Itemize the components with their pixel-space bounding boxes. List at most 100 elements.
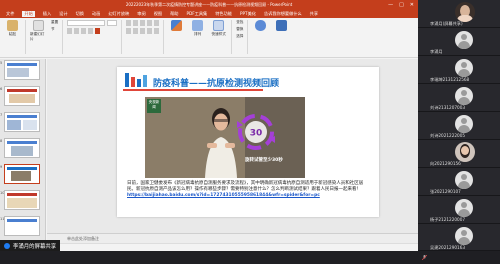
underline-button[interactable] (81, 28, 87, 34)
participant-tile[interactable]: 李涌月 (418, 28, 500, 63)
share-button[interactable]: 共享 (310, 11, 318, 17)
slide-canvas[interactable]: 防疫科普——抗原检测视频回顾 央视新闻 30 旋转试管至少30秒 日前，国家卫健… (47, 59, 418, 233)
participant-tile[interactable]: 杨子2121220007 (418, 196, 500, 233)
slide-thumbnail[interactable] (4, 60, 40, 80)
tell-me-search[interactable]: 告诉我你想要做什么 (264, 11, 302, 17)
participant-name: 杨子2121220007 (430, 217, 466, 222)
tab-insert[interactable]: 插入 (43, 11, 51, 17)
slide-thumbnail[interactable] (4, 86, 40, 106)
participant-tile[interactable]: 吴建2021290163 (418, 224, 500, 261)
slide-group: 重置 节 (51, 20, 58, 32)
slide-thumbnail[interactable] (4, 190, 40, 210)
ribbon-separator (247, 20, 249, 54)
current-slide[interactable]: 防疫科普——抗原检测视频回顾 央视新闻 30 旋转试管至少30秒 日前，国家卫健… (117, 67, 379, 217)
tab-view[interactable]: 视图 (154, 11, 162, 17)
microphone-icon (255, 20, 267, 31)
align-left-button[interactable] (126, 28, 132, 34)
tab-transitions[interactable]: 切换 (76, 11, 84, 17)
logo-bar-icon (125, 73, 129, 87)
thumbnail-number: 7 (0, 113, 3, 117)
cctv-news-badge: 央视新闻 (147, 99, 161, 113)
tab-file[interactable]: 文件 (6, 11, 14, 17)
tab-review[interactable]: 审阅 (137, 11, 145, 17)
window-title: 20222023年秋季第二次疫情防控专题讲座——防疫科普——抗原检测视频回顾 -… (125, 2, 293, 7)
participant-tile[interactable]: 向2021290156 (418, 140, 500, 177)
font-name-dropdown[interactable] (67, 20, 106, 26)
dictate-button[interactable] (252, 20, 269, 32)
replace-button[interactable]: 替换 (236, 27, 243, 32)
default-avatar-icon (455, 115, 473, 133)
tab-ppt-beautify[interactable]: PPT美化 (240, 11, 256, 17)
tab-features[interactable]: 特色功能 (215, 11, 232, 17)
font-color-button[interactable] (95, 28, 101, 34)
increase-indent-button[interactable] (147, 20, 153, 26)
ribbon-separator (25, 20, 26, 54)
video-frame[interactable]: 央视新闻 30 旋转试管至少30秒 (145, 97, 305, 178)
columns-button[interactable] (154, 28, 160, 34)
new-slide-button[interactable]: 新建幻灯片 (30, 20, 47, 42)
source-link[interactable]: https://baijiahao.baidu.com/s?id=1727431… (127, 193, 320, 198)
arrange-button[interactable]: 排列 (189, 20, 206, 37)
numbering-button[interactable] (133, 20, 139, 26)
line-spacing-button[interactable] (154, 20, 160, 26)
designer-button[interactable] (273, 20, 290, 32)
thumbnail-number: 6 (0, 87, 3, 91)
tab-pdf-tools[interactable]: PDF工具集 (186, 11, 207, 17)
decrease-indent-button[interactable] (140, 20, 146, 26)
tab-slideshow[interactable]: 幻灯片放映 (108, 11, 129, 17)
strikethrough-button[interactable] (88, 28, 94, 34)
participant-tile[interactable]: 李瑞坤2131212568 (418, 56, 500, 93)
participant-name: 吴建2021290163 (430, 245, 466, 250)
font-size-dropdown[interactable] (107, 20, 118, 26)
section-button[interactable]: 节 (51, 27, 55, 32)
ribbon-separator (163, 20, 165, 54)
bold-button[interactable] (67, 28, 73, 34)
slide-thumbnail-selected[interactable] (4, 164, 40, 184)
slide-thumbnail[interactable] (4, 216, 40, 236)
quick-styles-button[interactable]: 快速样式 (210, 20, 227, 37)
participant-tile[interactable]: 李涌月(屏幕共享) (418, 0, 500, 35)
rotation-timer-icon: 30 (237, 114, 275, 150)
slide-thumbnail[interactable] (4, 112, 40, 132)
ribbon: 粘贴 新建幻灯片 重置 节 排列 快速样式 查找 替换 选择 (0, 18, 418, 58)
slide-banner: 防疫科普——抗原检测视频回顾 (117, 71, 379, 93)
tab-animations[interactable]: 动画 (92, 11, 100, 17)
align-center-button[interactable] (133, 28, 139, 34)
notes-pane[interactable]: 单击此处添加备注 (47, 233, 418, 243)
paste-button[interactable]: 粘贴 (4, 20, 21, 37)
shapes-gallery[interactable] (168, 20, 185, 32)
align-right-button[interactable] (140, 28, 146, 34)
slide-thumbnail[interactable] (4, 138, 40, 158)
editing-group: 查找 替换 选择 (236, 20, 243, 39)
ribbon-separator (62, 20, 64, 54)
italic-button[interactable] (74, 28, 80, 34)
select-button[interactable]: 选择 (236, 34, 243, 39)
participant-tile[interactable]: 张2021290107 (418, 168, 500, 205)
participant-tile[interactable]: 刘诗2021222005 (418, 112, 500, 149)
participant-name: 李涌月 (430, 49, 443, 54)
reset-button[interactable]: 重置 (51, 20, 58, 25)
slide-body[interactable]: 日前，国家卫健委发布《新冠病毒抗原自测服务要求及流程》，其中明确新冠病毒抗原自测… (127, 181, 372, 199)
participant-name: 刘诗2131207003 (430, 105, 466, 110)
microphone-icon (422, 49, 427, 63)
title-underline (123, 89, 263, 91)
participants-panel: 李涌月(屏幕共享) 李涌月 李瑞坤2131212568 刘诗2131207003… (418, 0, 500, 261)
find-button[interactable]: 查找 (236, 20, 243, 25)
slide-title[interactable]: 防疫科普——抗原检测视频回顾 (153, 76, 279, 89)
microphone-muted-icon (421, 105, 428, 121)
logo-bar-icon (143, 75, 147, 87)
tab-home[interactable]: 开始 (22, 11, 35, 17)
participant-tile[interactable]: 刘诗2131207003 (418, 84, 500, 121)
default-avatar-icon (455, 87, 473, 105)
tab-design[interactable]: 设计 (59, 11, 67, 17)
slide-thumbnails-pane[interactable]: 5 6 7 8 9 10 11 (0, 59, 46, 241)
bullets-button[interactable] (126, 20, 132, 26)
microphone-muted-icon (421, 77, 428, 93)
powerpoint-window: 20222023年秋季第二次疫情防控专题讲座——防疫科普——抗原检测视频回顾 -… (0, 0, 418, 251)
default-avatar-icon (455, 199, 473, 217)
default-avatar-icon (455, 171, 473, 189)
clipboard-icon (7, 20, 18, 31)
tab-help[interactable]: 帮助 (170, 11, 178, 17)
justify-button[interactable] (147, 28, 153, 34)
ribbon-separator (231, 20, 233, 54)
